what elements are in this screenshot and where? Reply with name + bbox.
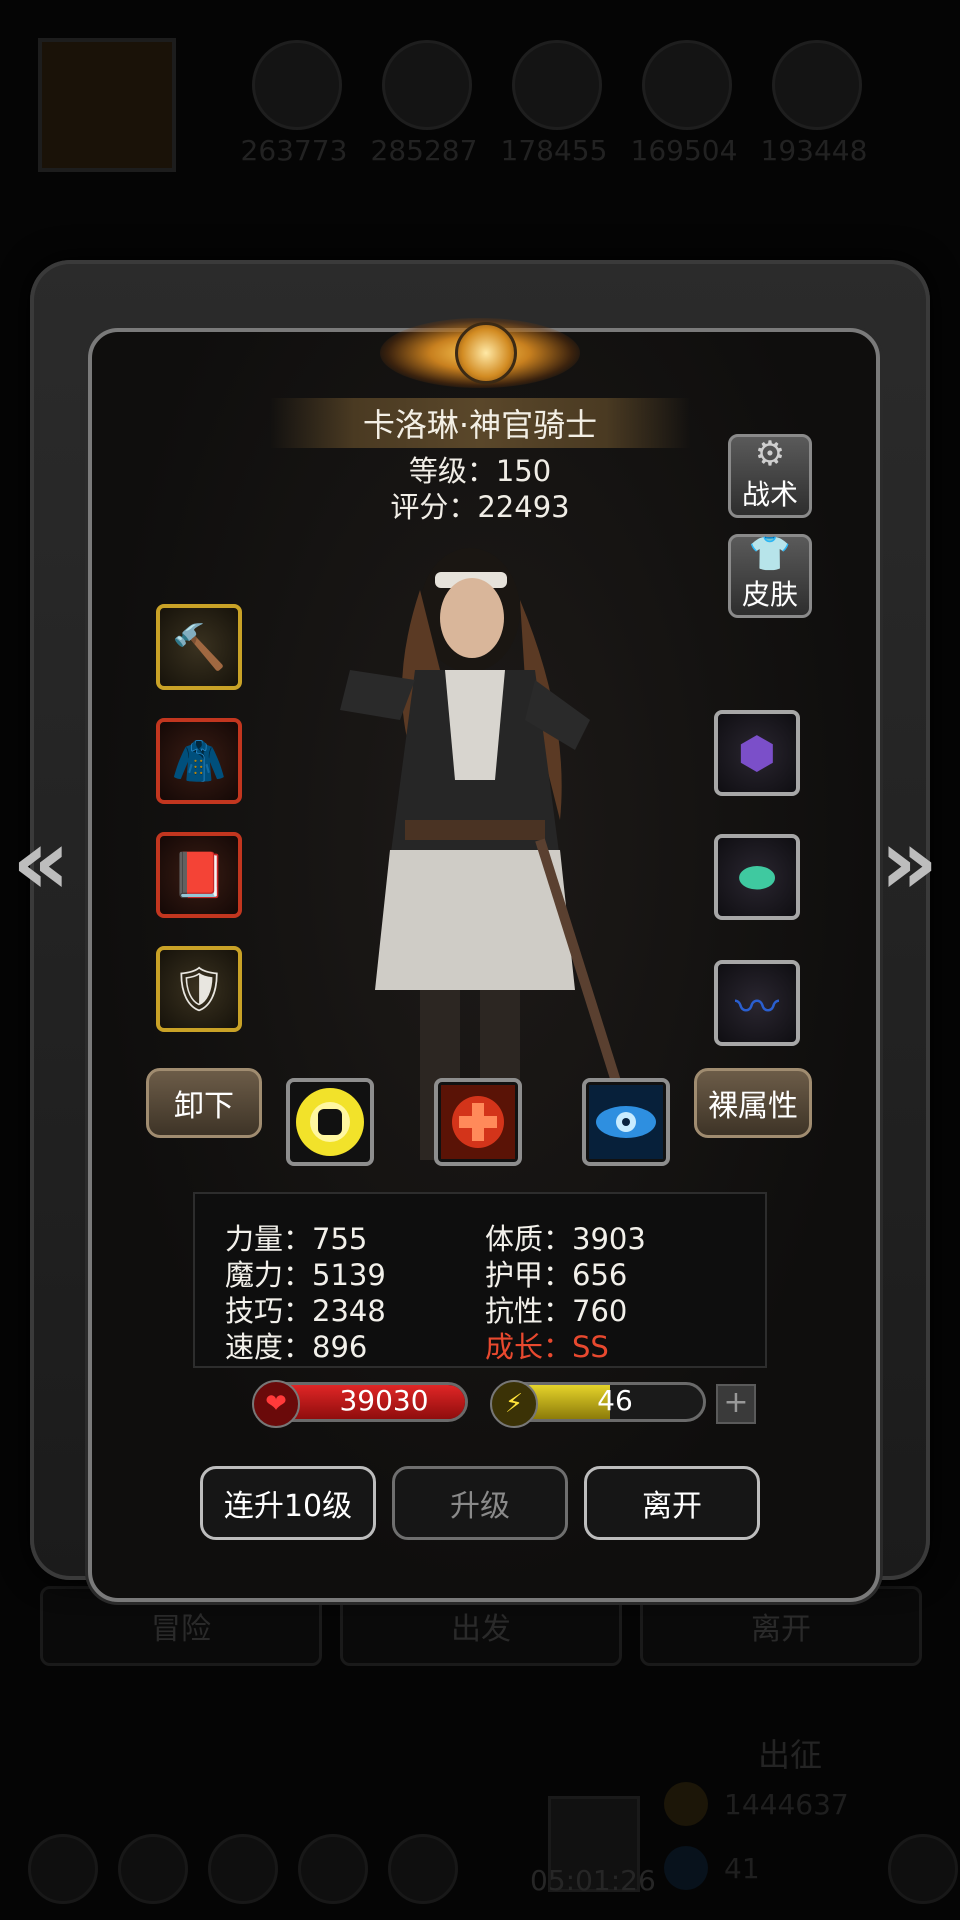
next-hero-arrow-icon[interactable]: » bbox=[880, 810, 938, 915]
dock-icon[interactable] bbox=[118, 1834, 188, 1904]
resource-icon bbox=[512, 40, 602, 130]
dark-gem-icon: ⬢ bbox=[737, 727, 777, 779]
resource-count: 285287 bbox=[370, 134, 478, 167]
skill-slot-3[interactable] bbox=[582, 1078, 670, 1166]
emblem-icon bbox=[455, 322, 517, 384]
helmet-slot[interactable]: 🛡 bbox=[156, 946, 242, 1032]
resource-count: 178455 bbox=[500, 134, 608, 167]
gear-icon: ⚙ bbox=[754, 434, 786, 474]
book-slot[interactable]: 📕 bbox=[156, 832, 242, 918]
dock-icon[interactable] bbox=[28, 1834, 98, 1904]
level-up-10-button[interactable]: 连升10级 bbox=[200, 1466, 376, 1540]
expedition-label: 出征 bbox=[758, 1736, 823, 1774]
gem-slot[interactable]: ⬢ bbox=[714, 710, 800, 796]
lightning-icon: ⚡ bbox=[490, 1380, 538, 1428]
tactics-button[interactable]: ⚙ 战术 bbox=[728, 434, 812, 518]
resource-icon bbox=[382, 40, 472, 130]
stat-speed: 速度：896 bbox=[225, 1330, 368, 1364]
resource-icon bbox=[772, 40, 862, 130]
heal-cross-icon bbox=[441, 1085, 515, 1159]
dock-icon[interactable] bbox=[388, 1834, 458, 1904]
helmet-icon: 🛡 bbox=[171, 964, 227, 1015]
dock-icon[interactable] bbox=[208, 1834, 278, 1904]
resource-count: 169504 bbox=[630, 134, 738, 167]
stone-slot[interactable]: ⬬ bbox=[714, 834, 800, 920]
resource-count: 193448 bbox=[760, 134, 868, 167]
unequip-button[interactable]: 卸下 bbox=[146, 1068, 262, 1138]
skill-slot-1[interactable] bbox=[286, 1078, 374, 1166]
feather-slot[interactable]: 〰 bbox=[714, 960, 800, 1046]
energy-value: 46 bbox=[597, 1384, 633, 1417]
mace-icon: 🔨 bbox=[171, 622, 227, 673]
fist-icon bbox=[296, 1088, 364, 1156]
gem-icon bbox=[664, 1846, 708, 1890]
jade-stone-icon: ⬬ bbox=[738, 851, 776, 903]
gold-icon bbox=[664, 1782, 708, 1826]
shirt-icon: 👕 bbox=[748, 534, 792, 574]
leave-button[interactable]: 离开 bbox=[584, 1466, 760, 1540]
skin-label: 皮肤 bbox=[741, 578, 798, 611]
hero-name: 卡洛琳·神官骑士 bbox=[270, 398, 690, 448]
tactics-label: 战术 bbox=[741, 478, 798, 511]
add-icon[interactable] bbox=[888, 1834, 958, 1904]
robe-icon: 🧥 bbox=[171, 736, 227, 787]
heart-icon: ❤ bbox=[252, 1380, 300, 1428]
gem-amount: 41 bbox=[724, 1852, 760, 1885]
add-energy-icon[interactable]: + bbox=[716, 1384, 756, 1424]
armor-slot[interactable]: 🧥 bbox=[156, 718, 242, 804]
stats-panel: 力量：755 魔力：5139 技巧：2348 速度：896 体质：3903 护甲… bbox=[193, 1192, 767, 1368]
dock-icon[interactable] bbox=[298, 1834, 368, 1904]
gold-amount: 1444637 bbox=[724, 1788, 849, 1821]
skill-slot-2[interactable] bbox=[434, 1078, 522, 1166]
hero-character-illustration bbox=[320, 520, 640, 1170]
skin-button[interactable]: 👕 皮肤 bbox=[728, 534, 812, 618]
level-up-button[interactable]: 升级 bbox=[392, 1466, 568, 1540]
previous-hero-arrow-icon[interactable]: « bbox=[12, 810, 70, 915]
resource-count: 263773 bbox=[240, 134, 348, 167]
resource-icon bbox=[252, 40, 342, 130]
weapon-slot[interactable]: 🔨 bbox=[156, 604, 242, 690]
tome-icon: 📕 bbox=[171, 850, 227, 901]
blue-feather-icon: 〰 bbox=[735, 982, 779, 1033]
hp-value: 39030 bbox=[339, 1384, 429, 1417]
bare-stats-button[interactable]: 裸属性 bbox=[694, 1068, 812, 1138]
stat-growth: 成长：SS bbox=[485, 1330, 609, 1364]
timer: 05:01:26 bbox=[530, 1864, 656, 1897]
background-hero-portrait bbox=[38, 38, 176, 172]
resource-icon bbox=[642, 40, 732, 130]
eye-icon bbox=[589, 1085, 663, 1159]
